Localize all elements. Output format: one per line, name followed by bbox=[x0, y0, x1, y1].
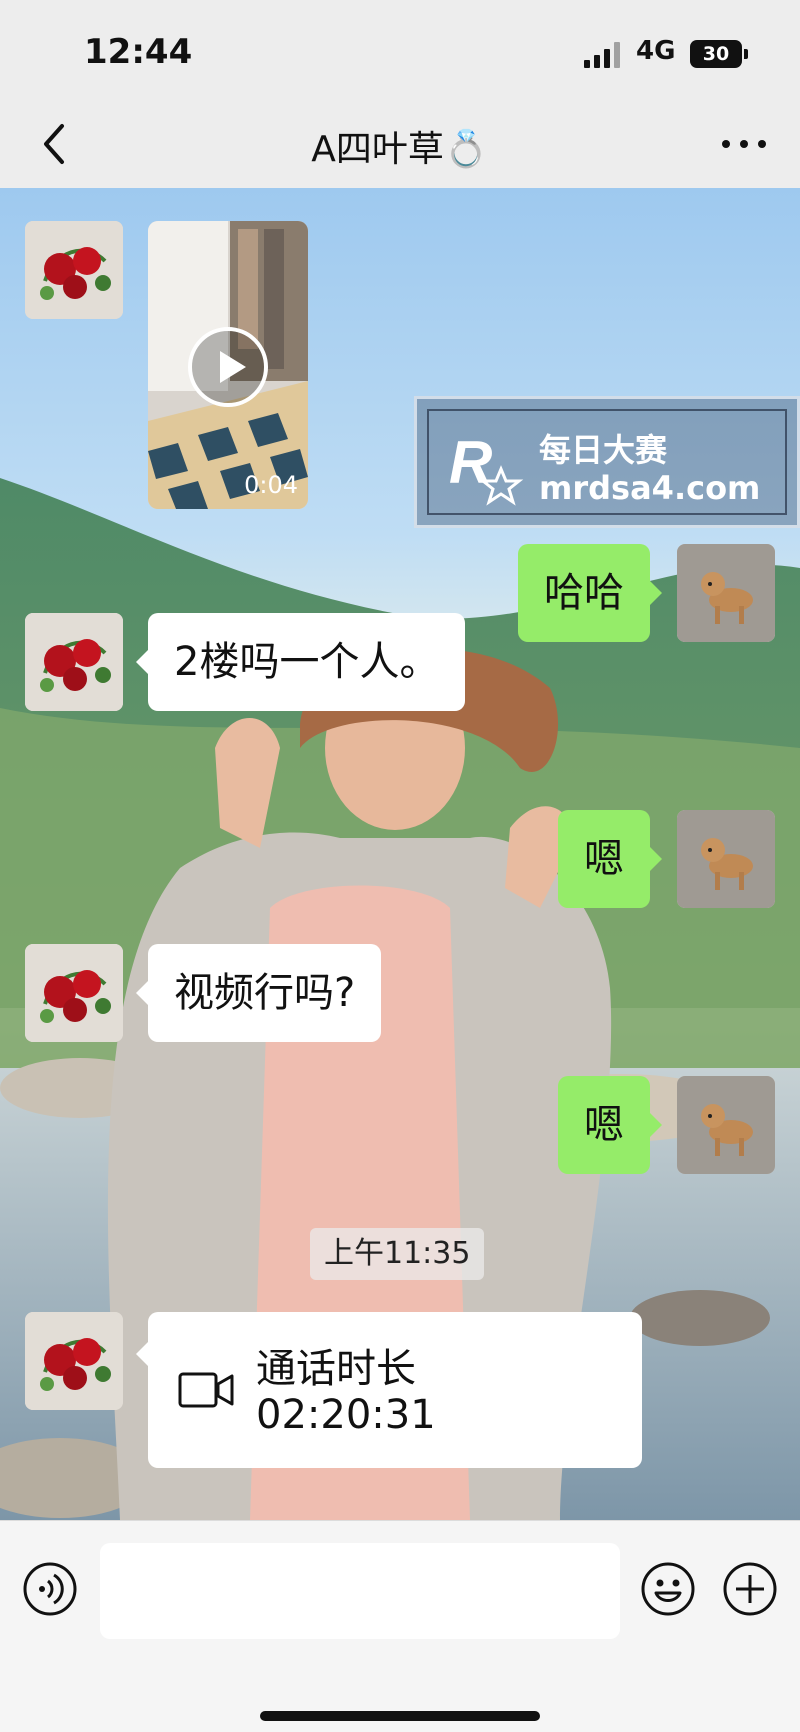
sent-message[interactable]: 哈哈 bbox=[518, 544, 662, 642]
sent-message[interactable]: 嗯 bbox=[558, 810, 662, 908]
my-avatar[interactable] bbox=[677, 544, 775, 642]
signal-icon bbox=[584, 42, 624, 68]
received-message[interactable]: 2楼吗一个人。 bbox=[135, 613, 466, 711]
more-icon bbox=[722, 140, 766, 148]
call-label: 通话时长 bbox=[256, 1346, 416, 1392]
play-icon[interactable] bbox=[186, 325, 270, 409]
input-bar bbox=[0, 1520, 800, 1732]
contact-avatar[interactable] bbox=[25, 613, 123, 711]
plus-icon bbox=[723, 1562, 777, 1616]
contact-avatar[interactable] bbox=[25, 221, 123, 319]
dog-avatar-image bbox=[677, 544, 775, 642]
message-input[interactable] bbox=[100, 1543, 620, 1639]
status-bar: 12:44 4G 30 bbox=[0, 0, 800, 100]
watermark-url: mrdsa4.com bbox=[539, 469, 761, 507]
call-record-message[interactable]: 通话时长 02:20:31 bbox=[136, 1312, 642, 1468]
received-message[interactable]: 视频行吗? bbox=[135, 944, 382, 1042]
battery-icon: 30 bbox=[690, 40, 748, 68]
dog-avatar-image bbox=[677, 810, 775, 908]
watermark-logo: R bbox=[449, 429, 524, 506]
home-indicator[interactable] bbox=[260, 1711, 540, 1721]
chat-title: A四叶草💍 bbox=[311, 129, 489, 170]
emoji-icon bbox=[641, 1562, 695, 1616]
more-button[interactable] bbox=[716, 122, 772, 166]
video-camera-icon bbox=[178, 1372, 234, 1408]
sent-message[interactable]: 嗯 bbox=[558, 1076, 662, 1174]
message-timestamp: 上午11:35 bbox=[310, 1228, 485, 1280]
watermark-title: 每日大赛 bbox=[539, 431, 668, 469]
rose-avatar-image bbox=[25, 613, 123, 711]
contact-avatar[interactable] bbox=[25, 944, 123, 1042]
dog-avatar-image bbox=[677, 1076, 775, 1174]
svg-text:R: R bbox=[449, 429, 492, 496]
chat-header: A四叶草💍 bbox=[0, 100, 800, 188]
call-duration: 02:20:31 bbox=[256, 1392, 436, 1438]
chat-area[interactable]: 0:04 R 每日大赛 mrdsa4.com 哈哈 2楼吗一个人。 嗯 视频行吗… bbox=[0, 188, 800, 1520]
watermark-banner: R 每日大赛 mrdsa4.com bbox=[414, 396, 800, 528]
rose-avatar-image bbox=[25, 221, 123, 319]
network-type: 4G bbox=[636, 36, 676, 66]
rose-avatar-image bbox=[25, 944, 123, 1042]
my-avatar[interactable] bbox=[677, 810, 775, 908]
voice-button[interactable] bbox=[22, 1561, 78, 1617]
my-avatar[interactable] bbox=[677, 1076, 775, 1174]
emoji-button[interactable] bbox=[640, 1561, 696, 1617]
video-message[interactable]: 0:04 bbox=[148, 221, 308, 509]
contact-avatar[interactable] bbox=[25, 1312, 123, 1410]
rose-avatar-image bbox=[25, 1312, 123, 1410]
more-functions-button[interactable] bbox=[722, 1561, 778, 1617]
video-duration: 0:04 bbox=[244, 471, 298, 499]
status-time: 12:44 bbox=[84, 32, 193, 72]
voice-icon bbox=[23, 1562, 77, 1616]
